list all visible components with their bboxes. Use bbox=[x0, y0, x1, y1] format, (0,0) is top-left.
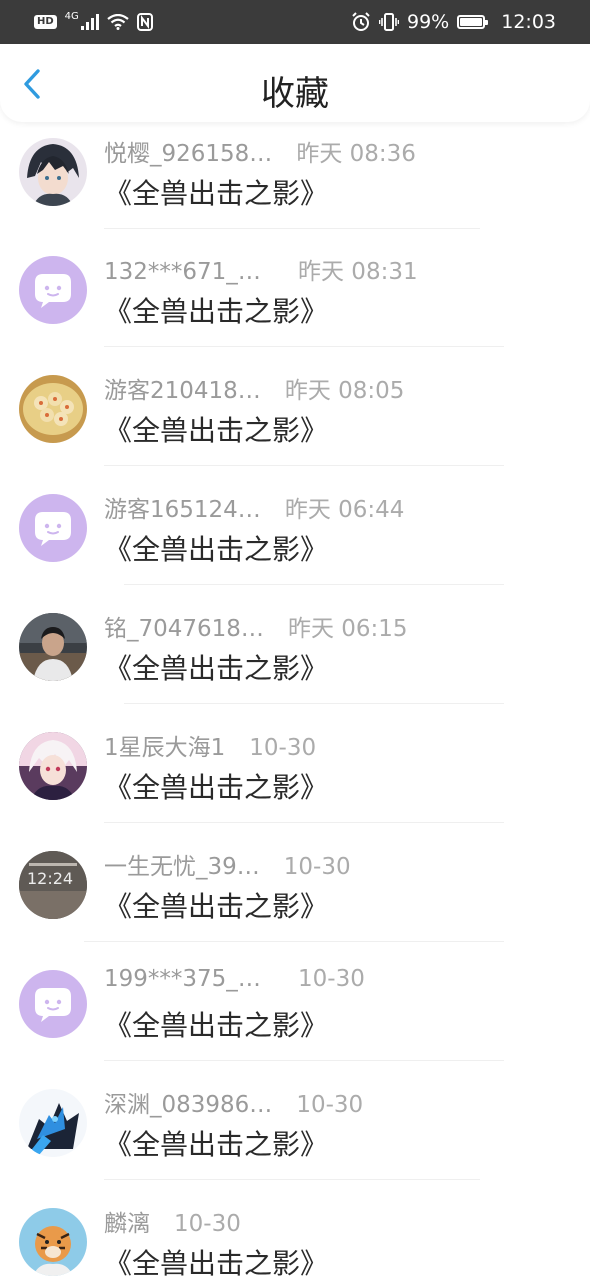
username: 132***671_1… bbox=[104, 259, 274, 285]
nfc-icon bbox=[136, 13, 153, 31]
item-meta: 游客210418… 昨天 08:05 bbox=[104, 371, 404, 405]
avatar[interactable] bbox=[19, 732, 87, 800]
default-chat-avatar-icon bbox=[19, 494, 87, 562]
list-item[interactable]: 悦樱_926158… 昨天 08:36 《全兽出击之影》 bbox=[0, 122, 590, 240]
username: 铭_7047618… bbox=[104, 616, 264, 642]
username: 一生无忧_39… bbox=[104, 854, 260, 880]
username: 麟漓 bbox=[104, 1211, 150, 1237]
header-bar: 收藏 bbox=[0, 44, 590, 122]
divider bbox=[84, 941, 504, 942]
battery-icon bbox=[457, 15, 489, 29]
timestamp: 昨天 06:15 bbox=[287, 616, 408, 642]
wifi-icon bbox=[107, 14, 129, 30]
username: 199***375_4… bbox=[104, 966, 274, 992]
timestamp: 10-30 bbox=[174, 1211, 241, 1237]
page-title: 收藏 bbox=[261, 74, 329, 114]
status-time: 12:03 bbox=[501, 11, 556, 33]
item-title[interactable]: 《全兽出击之影》 bbox=[104, 172, 328, 212]
item-meta: 麟漓 10-30 bbox=[104, 1204, 241, 1238]
list-item[interactable]: 麟漓 10-30 《全兽出击之影》 bbox=[0, 1192, 590, 1280]
item-title[interactable]: 《全兽出击之影》 bbox=[104, 290, 328, 330]
divider bbox=[124, 584, 504, 585]
avatar[interactable] bbox=[19, 138, 87, 206]
item-title[interactable]: 《全兽出击之影》 bbox=[104, 409, 328, 449]
item-title[interactable]: 《全兽出击之影》 bbox=[104, 885, 328, 925]
list-item[interactable]: 游客210418… 昨天 08:05 《全兽出击之影》 bbox=[0, 359, 590, 477]
item-title[interactable]: 《全兽出击之影》 bbox=[104, 1123, 328, 1163]
avatar[interactable] bbox=[19, 1089, 87, 1157]
battery-percent: 99% bbox=[407, 11, 450, 33]
status-bar: HD 4G 99% 12:03 bbox=[0, 0, 590, 44]
timestamp: 10-30 bbox=[296, 1092, 364, 1118]
item-title[interactable]: 《全兽出击之影》 bbox=[104, 647, 328, 687]
username: 游客165124… bbox=[104, 497, 261, 523]
avatar[interactable] bbox=[19, 256, 87, 324]
avatar-clock-text: 12:24 bbox=[27, 869, 74, 888]
timestamp: 昨天 08:36 bbox=[296, 141, 416, 167]
default-chat-avatar-icon bbox=[19, 970, 87, 1038]
vibrate-icon bbox=[379, 13, 399, 31]
anime-girl-avatar-icon bbox=[19, 732, 87, 800]
avatar[interactable] bbox=[19, 375, 87, 443]
hd-icon: HD bbox=[34, 15, 57, 29]
anime-boy-avatar-icon bbox=[19, 138, 87, 206]
network-label: 4G bbox=[64, 10, 79, 22]
item-title[interactable]: 《全兽出击之影》 bbox=[104, 766, 328, 806]
divider bbox=[104, 1179, 480, 1180]
item-title[interactable]: 《全兽出击之影》 bbox=[104, 528, 328, 568]
default-chat-avatar-icon bbox=[19, 256, 87, 324]
timestamp: 10-30 bbox=[249, 735, 317, 761]
list-item[interactable]: 132***671_1… 昨天 08:31 《全兽出击之影》 bbox=[0, 240, 590, 358]
divider bbox=[104, 822, 504, 823]
item-meta: 1星辰大海1 10-30 bbox=[104, 728, 316, 762]
avatar[interactable] bbox=[19, 1208, 87, 1276]
list-item[interactable]: 1星辰大海1 10-30 《全兽出击之影》 bbox=[0, 716, 590, 834]
username: 悦樱_926158… bbox=[104, 141, 273, 167]
item-meta: 199***375_4… 10-30 bbox=[104, 966, 365, 1000]
status-right: 99% 12:03 bbox=[351, 11, 556, 33]
alarm-icon bbox=[352, 12, 370, 31]
avatar[interactable] bbox=[19, 613, 87, 681]
blue-hero-avatar-icon bbox=[19, 1089, 87, 1157]
item-title[interactable]: 《全兽出击之影》 bbox=[104, 1242, 328, 1280]
dumpling-avatar-icon bbox=[19, 375, 87, 443]
username: 深渊_083986… bbox=[104, 1092, 273, 1118]
list-item[interactable]: 游客165124… 昨天 06:44 《全兽出击之影》 bbox=[0, 478, 590, 596]
divider bbox=[124, 703, 504, 704]
item-meta: 悦樱_926158… 昨天 08:36 bbox=[104, 134, 416, 168]
list-item[interactable]: 深渊_083986… 10-30 《全兽出击之影》 bbox=[0, 1073, 590, 1191]
timestamp: 昨天 06:44 bbox=[284, 497, 405, 523]
avatar[interactable] bbox=[19, 970, 87, 1038]
timestamp: 10-30 bbox=[283, 854, 351, 880]
status-left: HD 4G bbox=[34, 10, 153, 31]
divider bbox=[104, 228, 480, 229]
signal-icon bbox=[80, 14, 99, 30]
item-meta: 132***671_1… 昨天 08:31 bbox=[104, 252, 418, 286]
item-title[interactable]: 《全兽出击之影》 bbox=[104, 1004, 328, 1044]
timestamp: 昨天 08:05 bbox=[284, 378, 405, 404]
item-meta: 深渊_083986… 10-30 bbox=[104, 1085, 363, 1119]
username: 游客210418… bbox=[104, 378, 261, 404]
item-meta: 游客165124… 昨天 06:44 bbox=[104, 490, 404, 524]
item-meta: 一生无忧_39… 10-30 bbox=[104, 847, 351, 881]
avatar[interactable] bbox=[19, 494, 87, 562]
timestamp: 10-30 bbox=[298, 966, 365, 992]
item-meta: 铭_7047618… 昨天 06:15 bbox=[104, 609, 408, 643]
list-item[interactable]: 199***375_4… 10-30 《全兽出击之影》 bbox=[0, 954, 590, 1072]
list-item[interactable]: 12:24 一生无忧_39… 10-30 《全兽出击之影》 bbox=[0, 835, 590, 953]
favorites-list: 悦樱_926158… 昨天 08:36 《全兽出击之影》 132***671_1… bbox=[0, 122, 590, 1280]
tiger-avatar-icon bbox=[19, 1208, 87, 1276]
avatar[interactable]: 12:24 bbox=[19, 851, 87, 919]
divider bbox=[104, 1060, 504, 1061]
list-item[interactable]: 铭_7047618… 昨天 06:15 《全兽出击之影》 bbox=[0, 597, 590, 715]
divider bbox=[104, 465, 504, 466]
photo-avatar-icon bbox=[19, 613, 87, 681]
divider bbox=[104, 346, 504, 347]
username: 1星辰大海1 bbox=[104, 735, 226, 761]
timestamp: 昨天 08:31 bbox=[298, 259, 418, 285]
